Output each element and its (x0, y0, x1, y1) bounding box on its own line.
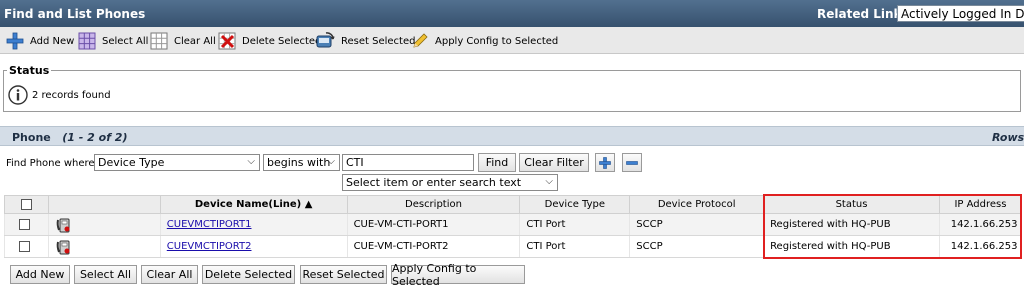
status-cell: Registered with HQ-PUB (763, 235, 940, 258)
section-title: Phone (1 - 2 of 2) (12, 131, 128, 144)
clear-all-grid-icon (150, 32, 168, 50)
chevron-down-icon: ⌵ (545, 176, 553, 187)
bottom-clear-all-button[interactable]: Clear All (141, 265, 198, 284)
column-header-device-name[interactable]: Device Name(Line) ▲ (159, 195, 348, 214)
device-name-header-text: Device Name(Line) (194, 199, 302, 210)
device-icon-cell (47, 213, 161, 236)
section-title-text: Phone (12, 131, 51, 144)
status-message: 2 records found (32, 89, 111, 101)
remove-filter-button[interactable] (622, 153, 642, 172)
select-all-checkbox[interactable] (20, 198, 32, 210)
info-icon (8, 85, 28, 105)
find-operator-value: begins with (267, 156, 331, 169)
column-header-ip-address[interactable]: IP Address (938, 195, 1023, 214)
select-all-grid-icon (78, 32, 96, 50)
sort-ascending-icon: ▲ (304, 199, 313, 210)
pencil-icon (413, 33, 428, 48)
apply-config-label: Apply Config to Selected (435, 35, 559, 47)
device-icon-cell (47, 235, 161, 258)
row-checkbox-cell (4, 235, 49, 258)
ip-address-cell: 142.1.66.253 (938, 213, 1022, 236)
status-cell: Registered with HQ-PUB (763, 213, 940, 236)
reset-selected-label: Reset Selected (341, 35, 416, 47)
add-new-button[interactable]: Add New (6, 31, 74, 51)
row-checkbox-cell (4, 213, 49, 236)
description-cell: CUE-VM-CTI-PORT2 (346, 235, 520, 258)
select-all-label: Select All (102, 35, 149, 47)
column-header-description[interactable]: Description (346, 195, 521, 214)
phones-table: Device Name(Line) ▲ Description Device T… (4, 195, 1023, 258)
device-name-link[interactable]: CUEVMCTIPORT2 (167, 241, 252, 252)
minus-icon (626, 160, 638, 165)
protocol-cell: SCCP (629, 235, 764, 258)
title-bar: Find and List Phones Related Links: Acti… (0, 0, 1024, 27)
bottom-apply-config-button[interactable]: Apply Config to Selected (391, 262, 525, 288)
status-message-row: 2 records found (8, 85, 111, 105)
reset-icon (316, 32, 335, 48)
bottom-reset-selected-button[interactable]: Reset Selected (300, 265, 387, 284)
secondary-search-value: Select item or enter search text (346, 176, 522, 189)
secondary-search-select[interactable]: Select item or enter search text ⌵ (342, 174, 558, 191)
column-header-status[interactable]: Status (763, 195, 940, 214)
find-filter-row: Find Phone where Device Type ⌵ begins wi… (0, 153, 1024, 173)
phone-section-header: Phone (1 - 2 of 2) Rows (0, 126, 1024, 146)
table-header-row: Device Name(Line) ▲ Description Device T… (4, 195, 1023, 214)
bottom-delete-selected-button[interactable]: Delete Selected (202, 265, 295, 284)
find-field-value: Device Type (98, 156, 165, 169)
find-field-select[interactable]: Device Type ⌵ (94, 154, 260, 171)
status-panel (3, 70, 1021, 112)
chevron-down-icon: ⌵ (327, 156, 335, 167)
device-name-link[interactable]: CUEVMCTIPORT1 (167, 219, 252, 230)
apply-config-button[interactable]: Apply Config to Selected (411, 31, 558, 51)
related-links-select[interactable]: Actively Logged In Device (897, 5, 1024, 22)
reset-selected-button[interactable]: Reset Selected (315, 31, 415, 51)
column-header-device-type[interactable]: Device Type (519, 195, 631, 214)
find-label: Find Phone where (6, 158, 95, 169)
status-legend: Status (7, 64, 52, 77)
protocol-cell: SCCP (629, 213, 764, 236)
description-cell: CUE-VM-CTI-PORT1 (346, 213, 520, 236)
clear-all-button[interactable]: Clear All (150, 31, 216, 51)
table-row: CUEVMCTIPORT2 CUE-VM-CTI-PORT2 CTI Port … (4, 235, 1022, 258)
ip-address-cell: 142.1.66.253 (938, 235, 1022, 258)
toolbar: Add New Select All Clear All Delete Sele… (0, 27, 1024, 54)
clear-all-label: Clear All (174, 35, 216, 47)
device-type-cell: CTI Port (519, 235, 630, 258)
cti-port-phone-icon (56, 218, 70, 232)
add-new-label: Add New (30, 35, 75, 47)
find-operator-select[interactable]: begins with ⌵ (263, 154, 340, 171)
cti-port-phone-icon (56, 240, 70, 254)
section-range: (1 - 2 of 2) (62, 131, 128, 144)
column-header-device-protocol[interactable]: Device Protocol (629, 195, 765, 214)
device-name-cell: CUEVMCTIPORT1 (159, 213, 348, 236)
row-checkbox[interactable] (19, 218, 30, 230)
rows-per-page-label: Rows (992, 131, 1024, 144)
bottom-add-new-button[interactable]: Add New (10, 265, 70, 284)
plus-icon (599, 156, 611, 169)
delete-selected-button[interactable]: Delete Selected (218, 31, 321, 51)
select-all-button[interactable]: Select All (78, 31, 148, 51)
delete-icon (218, 32, 236, 50)
header-icon-cell (47, 195, 161, 214)
add-icon (6, 32, 24, 50)
delete-selected-label: Delete Selected (242, 35, 322, 47)
device-type-cell: CTI Port (519, 213, 630, 236)
add-filter-button[interactable] (595, 153, 615, 172)
page-title: Find and List Phones (4, 7, 146, 21)
clear-filter-button[interactable]: Clear Filter (519, 153, 589, 172)
row-checkbox[interactable] (19, 240, 30, 252)
table-row: CUEVMCTIPORT1 CUE-VM-CTI-PORT1 CTI Port … (4, 213, 1022, 236)
find-button[interactable]: Find (478, 153, 516, 172)
bottom-select-all-button[interactable]: Select All (74, 265, 137, 284)
header-checkbox-cell (4, 195, 49, 214)
chevron-down-icon: ⌵ (247, 156, 255, 167)
device-name-cell: CUEVMCTIPORT2 (159, 235, 348, 258)
search-input[interactable]: CTI (342, 154, 474, 171)
